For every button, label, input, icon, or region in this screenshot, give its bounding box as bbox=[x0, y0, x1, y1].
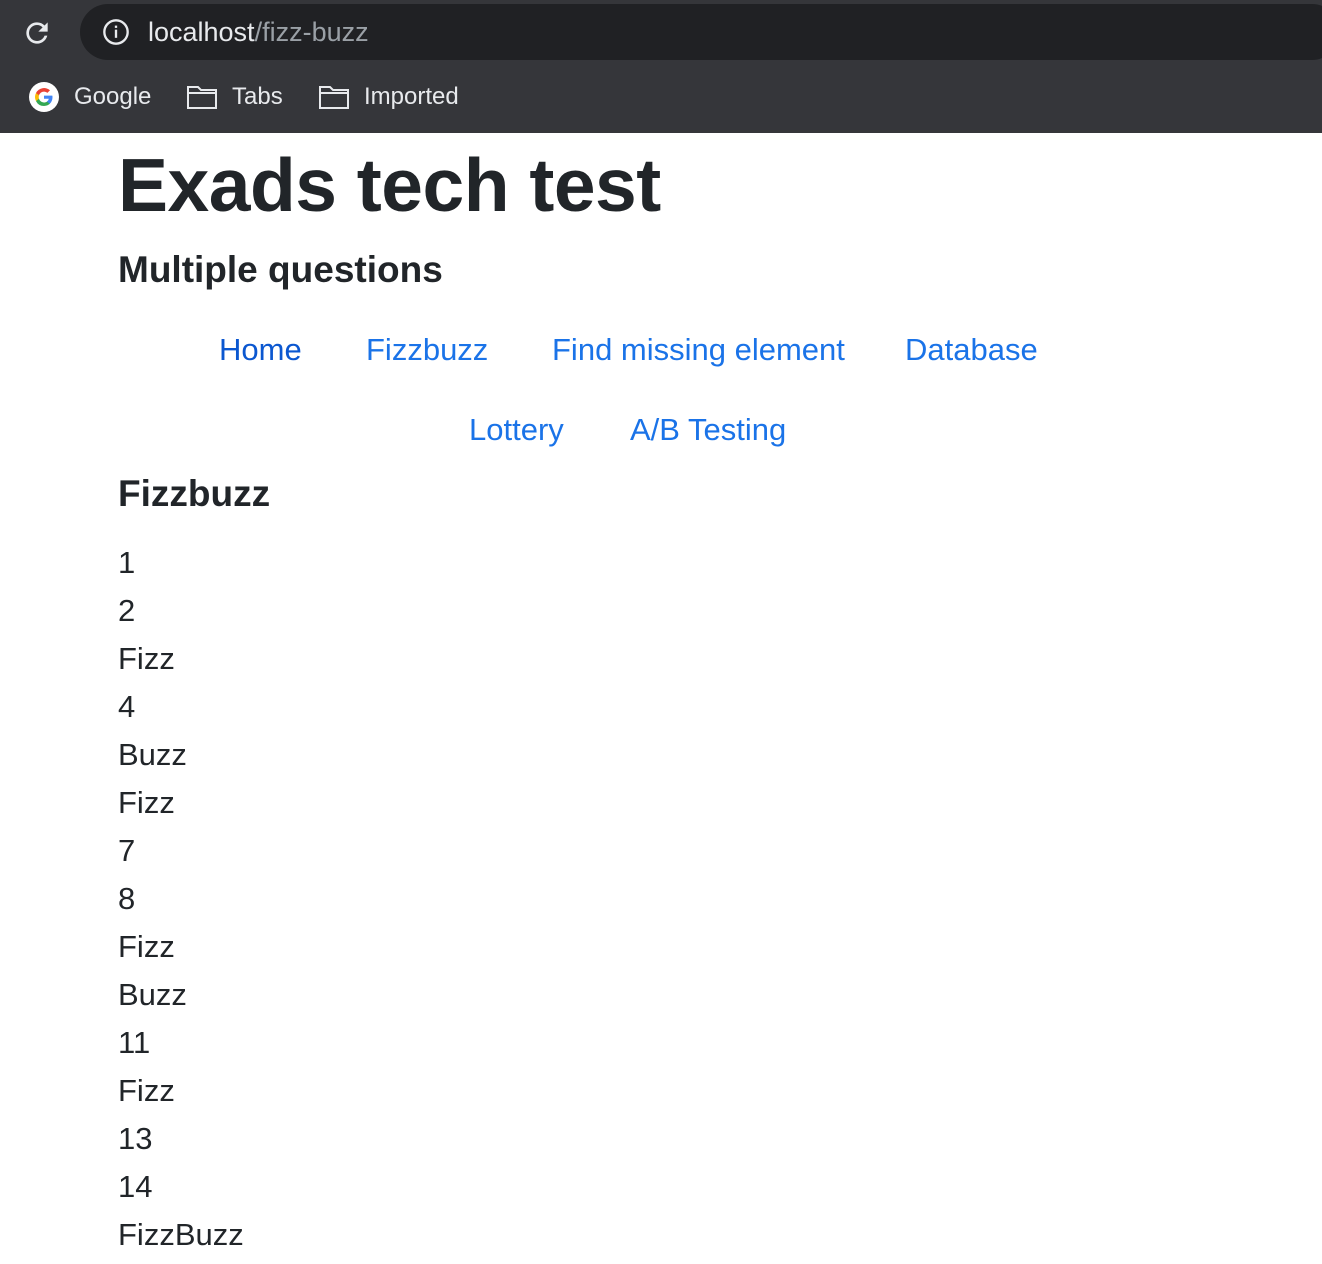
page-subtitle: Multiple questions bbox=[118, 249, 443, 290]
list-item: 4 bbox=[118, 689, 136, 724]
reload-icon bbox=[26, 22, 48, 44]
url-host: localhost bbox=[148, 17, 255, 47]
bookmark-imported[interactable]: Imported bbox=[318, 80, 459, 114]
browser-toolbar: localhost/fizz-buzz bbox=[0, 0, 1322, 66]
address-bar[interactable]: localhost/fizz-buzz bbox=[80, 4, 1322, 60]
nav-ab-testing[interactable]: A/B Testing bbox=[630, 412, 786, 448]
nav-database[interactable]: Database bbox=[905, 332, 1038, 368]
list-item: 8 bbox=[118, 881, 136, 916]
nav-home[interactable]: Home bbox=[219, 332, 302, 368]
list-item: Fizz bbox=[118, 929, 175, 964]
section-title: Fizzbuzz bbox=[118, 473, 271, 514]
url-text[interactable]: localhost/fizz-buzz bbox=[148, 17, 369, 47]
list-item: 11 bbox=[118, 1025, 151, 1060]
list-item: Fizz bbox=[118, 785, 175, 820]
list-item: Fizz bbox=[118, 1073, 175, 1108]
nav-find-missing-element[interactable]: Find missing element bbox=[552, 332, 845, 368]
nav-fizzbuzz[interactable]: Fizzbuzz bbox=[366, 332, 488, 368]
info-icon[interactable] bbox=[102, 18, 130, 46]
list-item: FizzBuzz bbox=[118, 1217, 244, 1252]
list-item: Buzz bbox=[118, 977, 187, 1012]
page-title: Exads tech test bbox=[118, 143, 661, 227]
fizzbuzz-list: 1 2 Fizz 4 Buzz Fizz 7 8 Fizz Buzz 11 Fi… bbox=[118, 539, 244, 1259]
nav-lottery[interactable]: Lottery bbox=[469, 412, 564, 448]
list-item: Fizz bbox=[118, 641, 175, 676]
list-item: Buzz bbox=[118, 737, 187, 772]
bookmark-label: Google bbox=[74, 83, 152, 110]
list-item: 13 bbox=[118, 1121, 153, 1156]
folder-icon bbox=[319, 86, 349, 109]
list-item: 7 bbox=[118, 833, 136, 868]
bookmark-tabs[interactable]: Tabs bbox=[186, 80, 283, 114]
bookmarks-bar: Google Tabs Imported bbox=[0, 66, 1322, 133]
folder-icon bbox=[187, 86, 217, 109]
browser-chrome: localhost/fizz-buzz Google Tabs Imported bbox=[0, 0, 1322, 133]
bookmark-label: Imported bbox=[364, 83, 459, 110]
list-item: 1 bbox=[118, 545, 136, 580]
url-path: /fizz-buzz bbox=[254, 17, 369, 47]
list-item: 14 bbox=[118, 1169, 153, 1204]
reload-button[interactable] bbox=[18, 14, 56, 52]
bookmark-google[interactable]: Google bbox=[28, 80, 151, 114]
list-item: 2 bbox=[118, 593, 136, 628]
google-icon bbox=[29, 82, 59, 112]
bookmark-label: Tabs bbox=[232, 83, 283, 110]
